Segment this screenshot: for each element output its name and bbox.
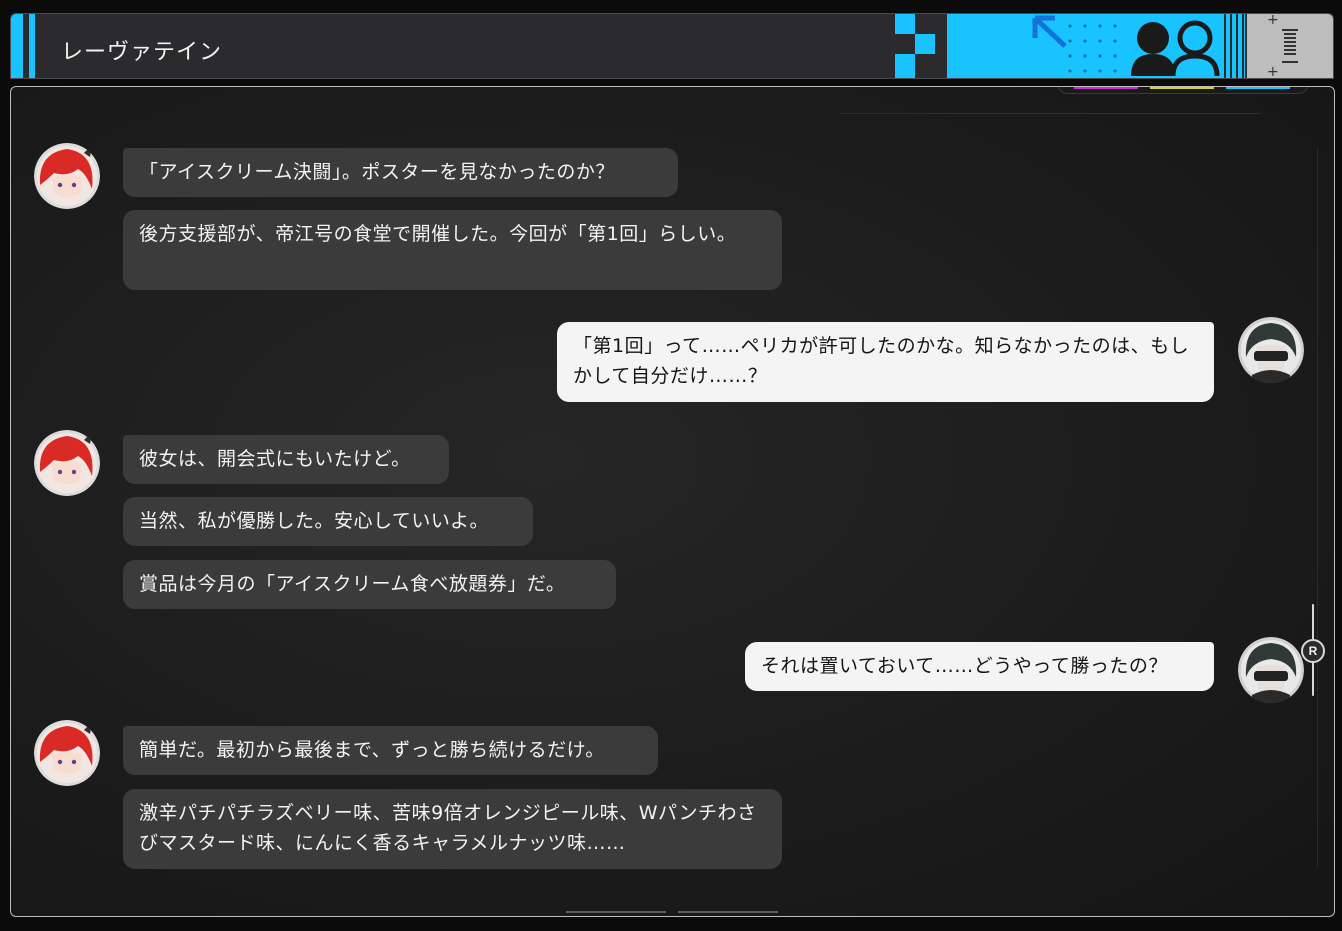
contact-avatar-icon[interactable] <box>34 720 100 786</box>
bottom-decoration <box>566 898 778 917</box>
incoming-message-bubble: 当然、私が優勝した。安心していいよ。 <box>123 497 533 546</box>
incoming-message-bubble: 簡単だ。最初から最後まで、ずっと勝ち続けるだけ。 <box>123 726 658 775</box>
contact-avatar-icon[interactable] <box>34 143 100 209</box>
incoming-message-bubble: 後方支援部が、帝江号の食堂で開催した。今回が「第1回」らしい。 <box>123 210 782 290</box>
close-button[interactable] <box>1257 18 1323 74</box>
header-accent-stripe <box>29 14 35 78</box>
close-lines-icon <box>1282 29 1298 63</box>
chat-scrollbar[interactable]: R <box>1301 604 1325 696</box>
player-avatar-icon[interactable] <box>1238 637 1304 703</box>
chat-header: レーヴァテイン + + <box>10 13 1334 79</box>
red-haired-girl-avatar-icon <box>34 143 100 209</box>
contact-avatar-icon[interactable] <box>34 430 100 496</box>
incoming-message-bubble: 「アイスクリーム決闘」。ポスターを見なかったのか？ <box>123 148 678 197</box>
player-avatar-icon[interactable] <box>1238 317 1304 383</box>
masked-player-avatar-icon <box>1238 317 1304 383</box>
outgoing-message-bubble: それは置いておいて……どうやって勝ったの？ <box>745 642 1214 691</box>
incoming-message-bubble: 彼女は、開会式にもいたけど。 <box>123 435 449 484</box>
scrollbar-knob[interactable]: R <box>1301 639 1325 663</box>
contact-name-title: レーヴァテイン <box>61 40 223 65</box>
header-accent-bar <box>11 14 23 78</box>
outgoing-message-bubble: 「第1回」って……ペリカが許可したのかな。知らなかったのは、もしかして自分だけ…… <box>557 322 1214 402</box>
incoming-message-bubble: 激辛パチパチラズベリー味、苦味9倍オレンジピール味、Wパンチわさびマスタード味、… <box>123 789 782 869</box>
panel-tab-strip <box>1057 87 1309 94</box>
incoming-message-bubble: 賞品は今月の「アイスクリーム食べ放題券」だ。 <box>123 560 616 609</box>
